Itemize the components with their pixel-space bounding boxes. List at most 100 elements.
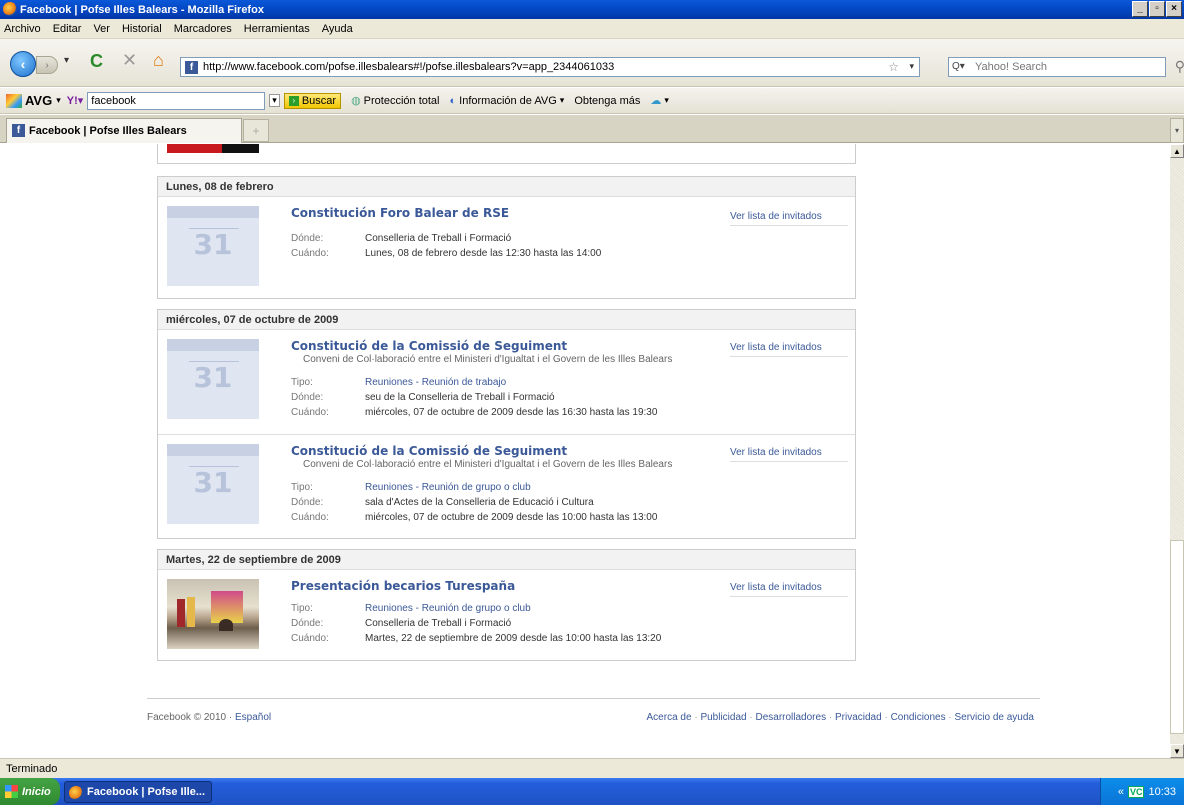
scroll-up-button[interactable]: ▲ — [1170, 144, 1184, 158]
event-where: Dónde: Conselleria de Treball i Formació — [291, 233, 511, 244]
avg-logo[interactable]: AVG ▾ — [6, 93, 61, 108]
footer-link-publicidad[interactable]: Publicidad — [700, 712, 746, 723]
taskbar-task-label: Facebook | Pofse Ille... — [87, 786, 206, 798]
tray-expand-icon[interactable]: « — [1118, 786, 1124, 798]
history-dropdown-icon[interactable]: ▾ — [64, 55, 69, 66]
vertical-scrollbar[interactable]: ▲ ▼ — [1170, 144, 1184, 758]
address-bar[interactable]: f http://www.facebook.com/pofse.illesbal… — [180, 57, 920, 77]
facebook-favicon: f — [185, 61, 198, 74]
window-title: Facebook | Pofse Illes Balears - Mozilla… — [20, 3, 264, 16]
section-date: Martes, 22 de septiembre de 2009 — [158, 550, 855, 570]
close-button[interactable]: × — [1166, 1, 1182, 17]
value-cuando: miércoles, 07 de octubre de 2009 desde l… — [365, 407, 658, 418]
weather-button[interactable]: ☁ ▾ — [650, 94, 669, 107]
footer-link-privacidad[interactable]: Privacidad — [835, 712, 882, 723]
section-date: Lunes, 08 de febrero — [158, 177, 855, 197]
label-cuando: Cuándo: — [291, 248, 329, 259]
event-section: Martes, 22 de septiembre de 2009 Present… — [157, 549, 856, 661]
new-tab-button[interactable]: + — [243, 119, 269, 142]
tray-app-icon[interactable]: VC — [1127, 785, 1145, 798]
event-subtitle: Conveni de Col·laboració entre el Minist… — [303, 354, 673, 365]
menu-ayuda[interactable]: Ayuda — [322, 23, 353, 35]
footer-link-desarrolladores[interactable]: Desarrolladores — [755, 712, 826, 723]
event-title[interactable]: Presentación becarios Turespaña — [291, 579, 515, 593]
event-where: Dónde: seu de la Conselleria de Treball i… — [291, 392, 555, 403]
tab-list-button[interactable]: ▾ — [1170, 118, 1184, 143]
proteccion-total-button[interactable]: ◍ Protección total — [351, 94, 439, 108]
label-donde: Dónde: — [291, 618, 324, 629]
minimize-button[interactable]: _ — [1132, 1, 1148, 17]
start-button[interactable]: Inicio — [0, 778, 60, 805]
value-tipo[interactable]: Reuniones - Reunión de grupo o club — [365, 603, 531, 614]
facebook-favicon: f — [12, 124, 25, 137]
scrollbar-thumb[interactable] — [1170, 540, 1184, 734]
label-cuando: Cuándo: — [291, 633, 329, 644]
previous-event-fragment — [157, 144, 856, 164]
event-photo[interactable] — [167, 579, 259, 649]
event-type: Tipo: Reuniones - Reunión de grupo o club — [291, 603, 531, 614]
menu-historial[interactable]: Historial — [122, 23, 162, 35]
url-dropdown-icon[interactable]: ▾ — [909, 61, 914, 72]
obtenga-mas-button[interactable]: Obtenga más — [574, 95, 640, 107]
search-engine-icon[interactable]: Q▾ — [952, 61, 965, 72]
tab-bar: f Facebook | Pofse Illes Balears + ▾ — [0, 115, 1184, 143]
label-donde: Dónde: — [291, 497, 324, 508]
footer-link-acerca[interactable]: Acerca de — [647, 712, 692, 723]
menu-ver[interactable]: Ver — [93, 23, 110, 35]
label-tipo: Tipo: — [291, 603, 313, 614]
status-text: Terminado — [6, 762, 58, 775]
avg-search-dropdown-icon[interactable]: ▾ — [269, 94, 280, 107]
section-date: miércoles, 07 de octubre de 2009 — [158, 310, 855, 330]
menu-editar[interactable]: Editar — [53, 23, 82, 35]
buscar-button[interactable]: › Buscar — [283, 92, 342, 109]
stop-icon[interactable]: ✕ — [122, 50, 137, 71]
guest-list-link[interactable]: Ver lista de invitados — [730, 211, 848, 226]
event-title[interactable]: Constitució de la Comissió de Seguiment — [291, 339, 567, 353]
scroll-down-button[interactable]: ▼ — [1170, 744, 1184, 758]
home-icon[interactable]: ⌂ — [153, 50, 164, 71]
guest-list-link[interactable]: Ver lista de invitados — [730, 342, 848, 357]
guest-list-link[interactable]: Ver lista de invitados — [730, 447, 848, 462]
firefox-icon — [69, 786, 83, 800]
maximize-button[interactable]: ▫ — [1149, 1, 1165, 17]
avg-icon — [6, 93, 22, 108]
menu-marcadores[interactable]: Marcadores — [174, 23, 232, 35]
footer-link-condiciones[interactable]: Condiciones — [891, 712, 946, 723]
label-cuando: Cuándo: — [291, 512, 329, 523]
event-item: 31 Constitución Foro Balear de RSE Dónde… — [158, 197, 855, 298]
reload-icon[interactable]: C — [90, 51, 103, 72]
event-when: Cuándo: miércoles, 07 de octubre de 2009 … — [291, 407, 657, 418]
search-box[interactable]: Q▾ Yahoo! Search ⚲ — [948, 57, 1184, 77]
label-tipo: Tipo: — [291, 377, 313, 388]
value-tipo[interactable]: Reuniones - Reunión de trabajo — [365, 377, 506, 388]
windows-logo-icon — [5, 785, 18, 798]
tab-facebook[interactable]: f Facebook | Pofse Illes Balears — [6, 118, 242, 143]
footer-links: Acerca de · Publicidad · Desarrolladores… — [646, 712, 1035, 723]
event-title[interactable]: Constitució de la Comissió de Seguiment — [291, 444, 567, 458]
event-subtitle: Conveni de Col·laboració entre el Minist… — [303, 459, 673, 470]
avg-search-input[interactable]: facebook — [87, 91, 266, 110]
value-tipo[interactable]: Reuniones - Reunión de grupo o club — [365, 482, 531, 493]
footer-link-ayuda[interactable]: Servicio de ayuda — [955, 712, 1035, 723]
search-placeholder: Yahoo! Search — [975, 61, 1047, 73]
label-donde: Dónde: — [291, 233, 324, 244]
url-text: http://www.facebook.com/pofse.illesbalea… — [203, 61, 615, 73]
informacion-avg-button[interactable]: ◐ Información de AVG ▾ — [450, 95, 565, 107]
search-icon[interactable]: ⚲ — [1175, 58, 1184, 75]
yahoo-icon[interactable]: Y!▾ — [67, 94, 84, 107]
avg-search-value: facebook — [91, 94, 136, 107]
event-photo — [167, 144, 259, 153]
navigation-toolbar: ‹ › ▾ C ✕ ⌂ f http://www.facebook.com/po… — [0, 39, 1184, 87]
menu-herramientas[interactable]: Herramientas — [244, 23, 310, 35]
menu-bar: Archivo Editar Ver Historial Marcadores … — [0, 19, 1184, 39]
info-icon: ◐ — [449, 94, 457, 107]
language-link[interactable]: Español — [235, 712, 271, 723]
value-donde: sala d'Actes de la Conselleria de Educac… — [365, 497, 594, 508]
guest-list-link[interactable]: Ver lista de invitados — [730, 582, 848, 597]
back-button[interactable]: ‹ — [10, 51, 36, 77]
event-title[interactable]: Constitución Foro Balear de RSE — [291, 206, 509, 220]
forward-button[interactable]: › — [36, 56, 58, 74]
menu-archivo[interactable]: Archivo — [4, 23, 41, 35]
bookmark-star-icon[interactable]: ☆ — [888, 60, 899, 74]
taskbar-firefox-button[interactable]: Facebook | Pofse Ille... — [64, 781, 212, 803]
